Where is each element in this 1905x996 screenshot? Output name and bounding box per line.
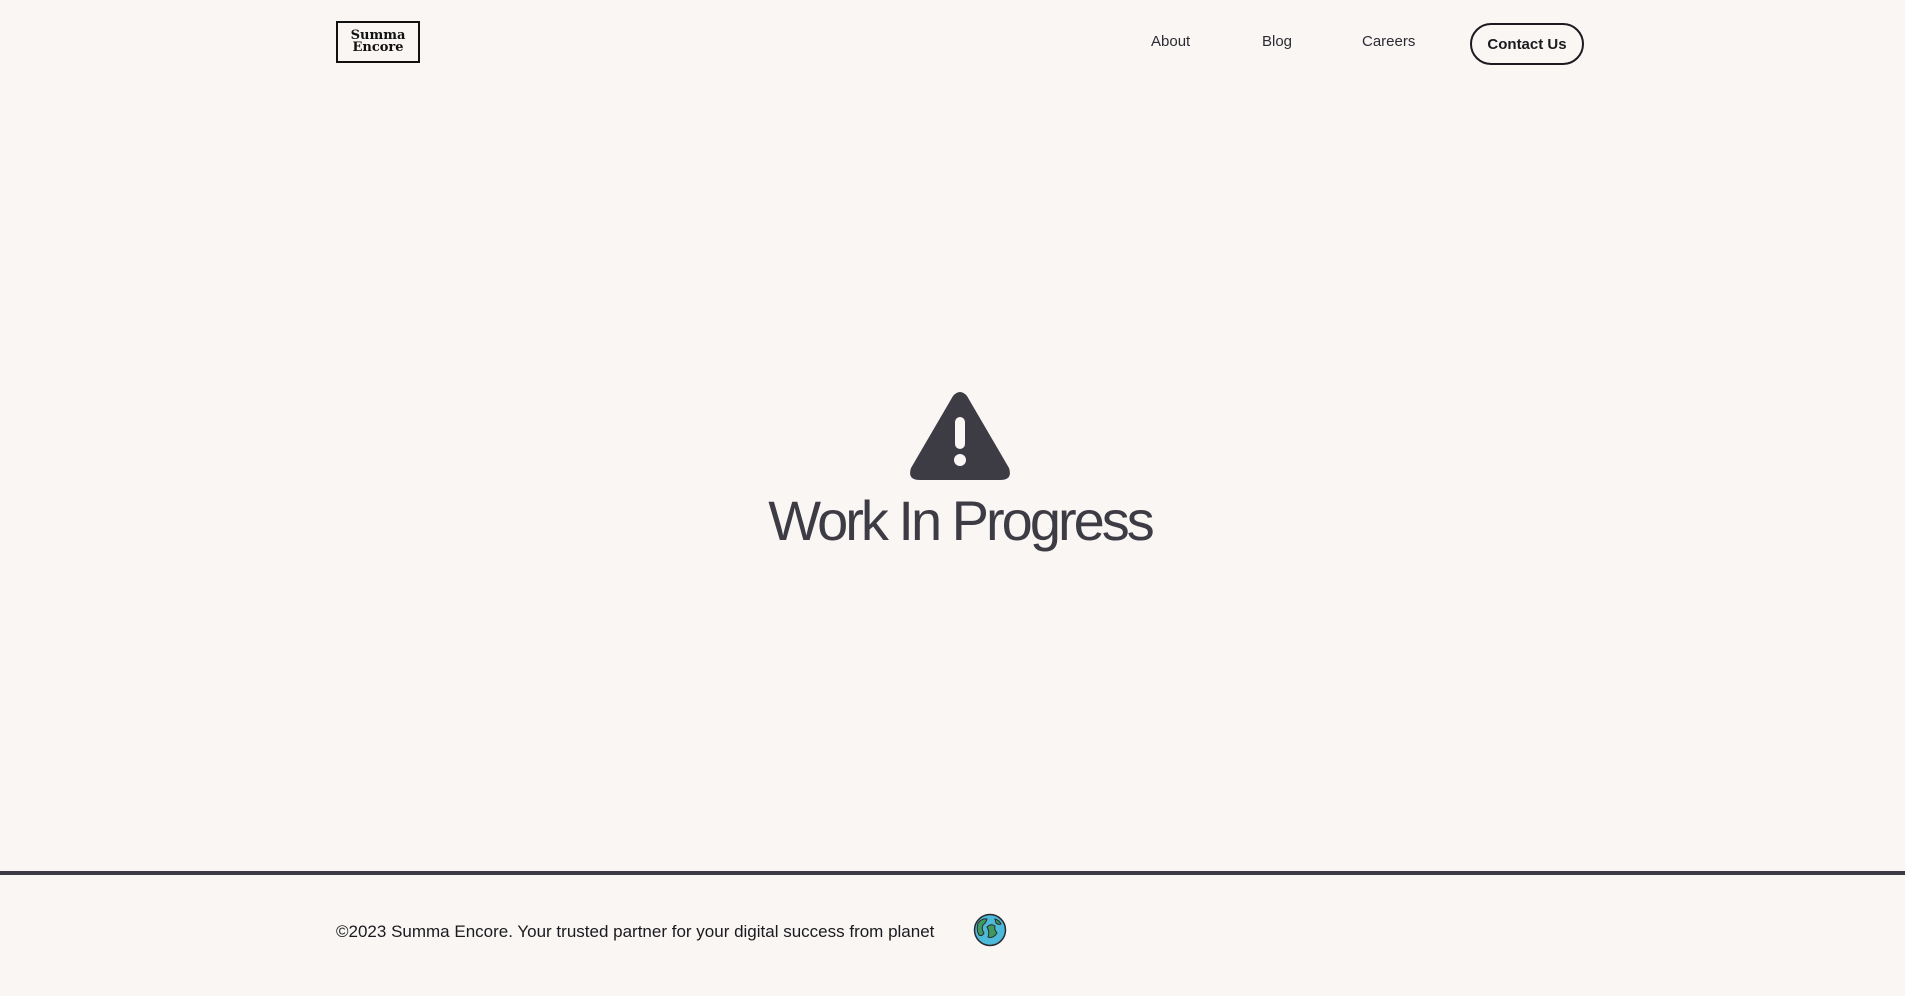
site-footer: ©2023 Summa Encore. Your trusted partner… — [0, 875, 1905, 996]
site-header: Summa Encore About Blog Careers Contact … — [0, 0, 1905, 90]
nav-link-blog[interactable]: Blog — [1262, 33, 1292, 50]
page-title: Work In Progress — [768, 489, 1155, 552]
nav-link-careers[interactable]: Careers — [1362, 33, 1415, 50]
nav-link-about[interactable]: About — [1151, 33, 1190, 50]
logo[interactable]: Summa Encore — [336, 21, 420, 63]
contact-us-button[interactable]: Contact Us — [1470, 23, 1584, 65]
footer-copyright: ©2023 Summa Encore. Your trusted partner… — [336, 922, 935, 941]
logo-line-2: Encore — [352, 40, 404, 55]
warning-triangle-icon — [910, 392, 1010, 480]
earth-icon — [973, 913, 1007, 947]
